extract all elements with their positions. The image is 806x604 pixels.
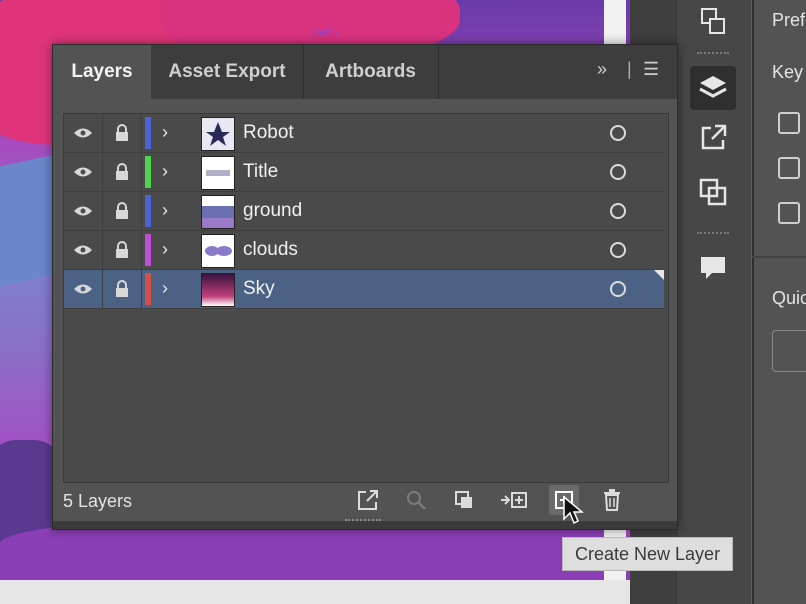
chevron-right-icon[interactable]: › xyxy=(162,278,168,299)
chevron-right-icon[interactable]: › xyxy=(162,161,168,182)
lock-icon[interactable] xyxy=(103,270,142,308)
properties-label: Pref xyxy=(772,10,806,30)
dock-grip[interactable] xyxy=(697,52,729,58)
layer-color xyxy=(145,273,151,305)
checkbox[interactable] xyxy=(778,112,800,134)
tab-layers[interactable]: Layers xyxy=(53,45,151,99)
layer-thumbnail xyxy=(201,273,235,307)
target-icon[interactable] xyxy=(610,203,626,219)
selection-indicator xyxy=(654,270,664,280)
lock-icon[interactable] xyxy=(103,114,142,152)
comment-icon[interactable] xyxy=(690,246,736,290)
layer-name[interactable]: ground xyxy=(243,200,302,222)
layers-panel: Layers Asset Export Artboards » | ☰ › Ro… xyxy=(52,44,678,530)
canvas-bottom-strip xyxy=(0,580,630,604)
checkbox[interactable] xyxy=(778,202,800,224)
lock-icon[interactable] xyxy=(103,192,142,230)
layer-color xyxy=(145,156,151,188)
path-label: path xyxy=(312,24,338,39)
checkbox[interactable] xyxy=(778,157,800,179)
layer-row-sky[interactable]: › Sky xyxy=(64,270,664,309)
target-icon[interactable] xyxy=(610,281,626,297)
properties-label: Quic xyxy=(772,288,806,308)
hamburger-icon[interactable]: ☰ xyxy=(643,59,659,80)
layers-list: › Robot › Title › ground › clouds › Sky xyxy=(63,113,669,483)
quick-action-button[interactable] xyxy=(772,330,806,372)
eye-icon[interactable] xyxy=(64,114,103,152)
eye-icon[interactable] xyxy=(64,231,103,269)
layer-count: 5 Layers xyxy=(63,491,133,511)
layer-name[interactable]: clouds xyxy=(243,239,298,261)
chevron-right-icon[interactable]: › xyxy=(162,200,168,221)
layer-thumbnail xyxy=(201,234,235,268)
search-icon[interactable] xyxy=(401,485,431,515)
lock-icon[interactable] xyxy=(103,153,142,191)
dock-grip[interactable] xyxy=(697,232,729,238)
pathfinder-icon[interactable] xyxy=(690,170,736,214)
export-icon[interactable] xyxy=(353,485,383,515)
tab-asset-export[interactable]: Asset Export xyxy=(151,45,304,99)
clipping-mask-icon[interactable] xyxy=(449,485,479,515)
tooltip: Create New Layer xyxy=(562,537,734,571)
separator: | xyxy=(627,59,632,79)
tab-artboards[interactable]: Artboards xyxy=(303,45,439,99)
divider xyxy=(752,256,806,258)
resize-grip[interactable] xyxy=(345,519,381,525)
chevron-right-icon[interactable]: › xyxy=(162,122,168,143)
layer-row-robot[interactable]: › Robot xyxy=(64,114,664,153)
layer-row-title[interactable]: › Title xyxy=(64,153,664,192)
layer-color xyxy=(145,195,151,227)
layer-thumbnail xyxy=(201,195,235,229)
layer-thumbnail xyxy=(201,156,235,190)
export-icon[interactable] xyxy=(690,116,736,160)
layer-name[interactable]: Sky xyxy=(243,278,275,300)
layer-name[interactable]: Robot xyxy=(243,122,294,144)
target-icon[interactable] xyxy=(610,242,626,258)
layer-name[interactable]: Title xyxy=(243,161,278,183)
eye-icon[interactable] xyxy=(64,192,103,230)
arrange-icon[interactable] xyxy=(690,0,736,44)
layer-thumbnail xyxy=(201,117,235,151)
mouse-pointer-icon xyxy=(563,495,584,525)
target-icon[interactable] xyxy=(610,164,626,180)
layer-row-ground[interactable]: › ground xyxy=(64,192,664,231)
layer-color xyxy=(145,234,151,266)
target-icon[interactable] xyxy=(610,125,626,141)
new-sublayer-icon[interactable] xyxy=(497,485,531,515)
layer-color xyxy=(145,117,151,149)
double-chevron-icon[interactable]: » xyxy=(597,59,607,80)
layers-icon[interactable] xyxy=(690,66,736,110)
properties-label: Key xyxy=(772,62,804,82)
layer-row-clouds[interactable]: › clouds xyxy=(64,231,664,270)
chevron-right-icon[interactable]: › xyxy=(162,239,168,260)
panel-tab-bar: Layers Asset Export Artboards » | ☰ xyxy=(53,45,677,99)
lock-icon[interactable] xyxy=(103,231,142,269)
eye-icon[interactable] xyxy=(64,270,103,308)
eye-icon[interactable] xyxy=(64,153,103,191)
trash-icon[interactable] xyxy=(597,485,627,515)
